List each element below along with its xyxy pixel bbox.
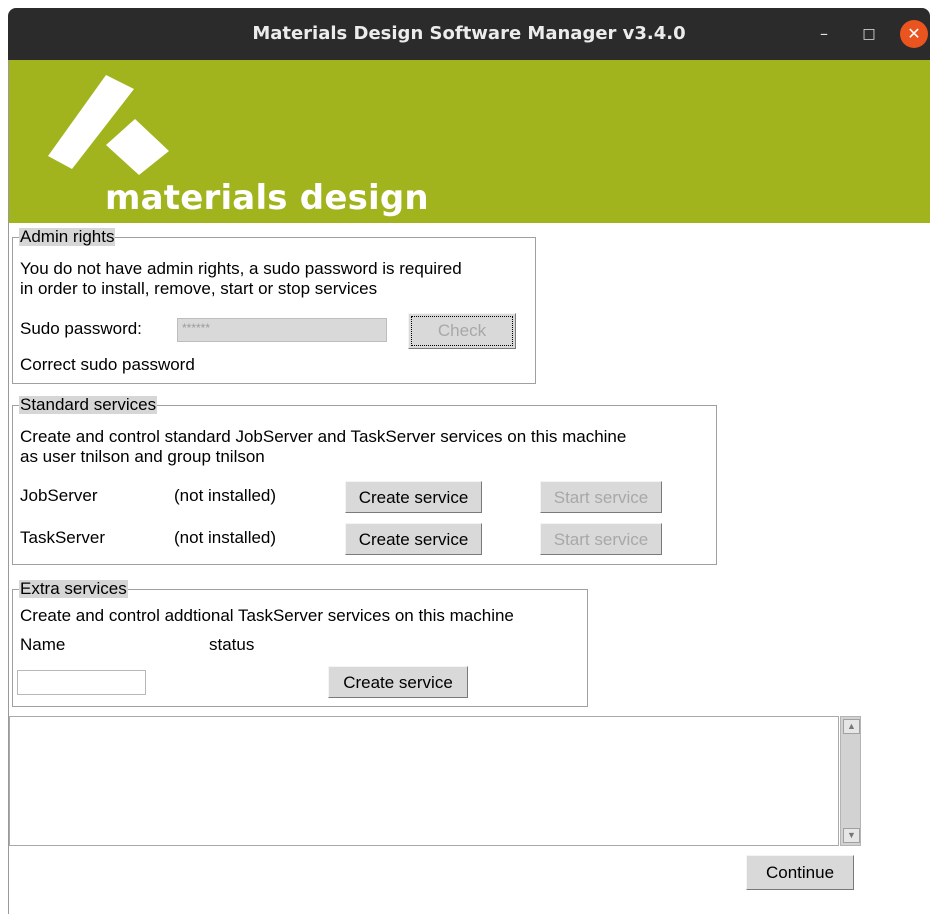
- sudo-status-text: Correct sudo password: [20, 355, 195, 374]
- jobserver-create-button[interactable]: Create service: [345, 481, 482, 513]
- taskserver-status: (not installed): [174, 528, 277, 547]
- standard-desc-line2: as user tnilson and group tnilson: [20, 447, 265, 466]
- admin-message-line1: You do not have admin rights, a sudo pas…: [20, 259, 462, 278]
- extra-name-header: Name: [20, 635, 66, 654]
- sudo-password-label: Sudo password:: [20, 319, 142, 338]
- logo-text: materials design: [105, 178, 429, 218]
- sudo-password-input[interactable]: ******: [177, 318, 387, 342]
- taskserver-start-button[interactable]: Start service: [540, 523, 662, 555]
- admin-rights-legend: Admin rights: [19, 227, 116, 246]
- maximize-icon[interactable]: □: [855, 20, 883, 48]
- standard-desc-line1: Create and control standard JobServer an…: [20, 427, 627, 446]
- app-window: Materials Design Software Manager v3.4.0…: [0, 0, 930, 914]
- extra-services-legend: Extra services: [19, 579, 128, 598]
- log-textarea[interactable]: [9, 716, 839, 846]
- window-title: Materials Design Software Manager v3.4.0: [252, 23, 686, 44]
- taskserver-name: TaskServer: [20, 528, 106, 547]
- scroll-up-icon[interactable]: ▲: [843, 719, 860, 734]
- extra-name-input[interactable]: [17, 670, 146, 695]
- minimize-icon[interactable]: –: [810, 20, 838, 48]
- check-button[interactable]: Check: [408, 313, 516, 349]
- jobserver-status: (not installed): [174, 486, 277, 505]
- continue-button[interactable]: Continue: [746, 855, 854, 890]
- extra-desc: Create and control addtional TaskServer …: [20, 606, 514, 625]
- scroll-down-icon[interactable]: ▼: [843, 828, 860, 843]
- admin-message-line2: in order to install, remove, start or st…: [20, 279, 378, 298]
- banner: materials design: [9, 60, 930, 223]
- log-scrollbar[interactable]: ▲ ▼: [840, 716, 861, 846]
- extra-status-header: status: [209, 635, 255, 654]
- materials-design-logo-icon: [48, 75, 169, 175]
- jobserver-name: JobServer: [20, 486, 98, 505]
- standard-services-legend: Standard services: [19, 395, 158, 414]
- title-bar[interactable]: Materials Design Software Manager v3.4.0…: [8, 8, 930, 60]
- close-icon[interactable]: ✕: [900, 20, 928, 48]
- extra-create-button[interactable]: Create service: [328, 666, 468, 698]
- taskserver-create-button[interactable]: Create service: [345, 523, 482, 555]
- jobserver-start-button[interactable]: Start service: [540, 481, 662, 513]
